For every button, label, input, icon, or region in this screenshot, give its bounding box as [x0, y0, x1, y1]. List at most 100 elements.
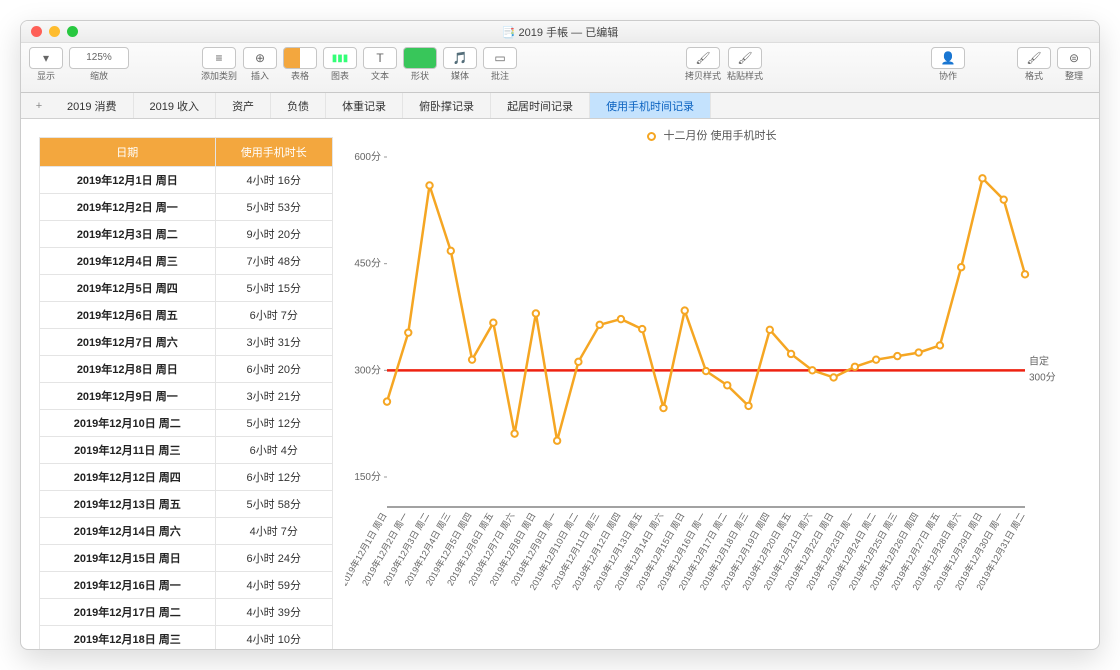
add-tab-button[interactable]: +: [27, 100, 51, 112]
collab-button[interactable]: 👤协作: [931, 47, 965, 82]
annotate-button[interactable]: ▭批注: [483, 47, 517, 82]
cell-date[interactable]: 2019年12月14日 周六: [40, 518, 216, 545]
table-row[interactable]: 2019年12月8日 周日 6小时 20分: [40, 356, 333, 383]
shape-button[interactable]: 形状: [403, 47, 437, 82]
cell-duration[interactable]: 5小时 12分: [215, 410, 332, 437]
cell-duration[interactable]: 6小时 20分: [215, 356, 332, 383]
close-icon[interactable]: [31, 26, 42, 37]
table-row[interactable]: 2019年12月12日 周四 6小时 12分: [40, 464, 333, 491]
table-row[interactable]: 2019年12月13日 周五 5小时 58分: [40, 491, 333, 518]
col-duration[interactable]: 使用手机时长: [215, 138, 332, 167]
cell-date[interactable]: 2019年12月5日 周四: [40, 275, 216, 302]
table-row[interactable]: 2019年12月6日 周五 6小时 7分: [40, 302, 333, 329]
cell-duration[interactable]: 5小时 58分: [215, 491, 332, 518]
cell-duration[interactable]: 4小时 39分: [215, 599, 332, 626]
cell-date[interactable]: 2019年12月10日 周二: [40, 410, 216, 437]
cell-date[interactable]: 2019年12月4日 周三: [40, 248, 216, 275]
svg-text:600分: 600分: [354, 151, 381, 163]
chart-legend: 十二月份 使用手机时长: [345, 127, 1079, 143]
toolbar: ▾显示 125%缩放 ≡添加类别 ⊕插入 表格 ▮▮▮图表 T文本 形状 🎵媒体…: [21, 43, 1099, 93]
format-button[interactable]: 🖌格式: [1017, 47, 1051, 82]
cell-date[interactable]: 2019年12月3日 周二: [40, 221, 216, 248]
data-table: 日期 使用手机时长 2019年12月1日 周日 4小时 16分2019年12月2…: [21, 119, 341, 649]
app-window: 📑 2019 手帳 — 已编辑 ▾显示 125%缩放 ≡添加类别 ⊕插入 表格 …: [20, 20, 1100, 650]
cell-duration[interactable]: 4小时 16分: [215, 167, 332, 194]
cell-date[interactable]: 2019年12月2日 周一: [40, 194, 216, 221]
cell-duration[interactable]: 3小时 21分: [215, 383, 332, 410]
tab-5[interactable]: 俯卧撑记录: [403, 93, 491, 118]
window-title: 📑 2019 手帳 — 已编辑: [502, 24, 618, 40]
cell-date[interactable]: 2019年12月11日 周三: [40, 437, 216, 464]
legend-marker-icon: [647, 132, 656, 141]
cell-duration[interactable]: 6小时 7分: [215, 302, 332, 329]
svg-text:自定: 自定: [1029, 354, 1049, 367]
insert-button[interactable]: ⊕插入: [243, 47, 277, 82]
titlebar: 📑 2019 手帳 — 已编辑: [21, 21, 1099, 43]
cell-date[interactable]: 2019年12月17日 周二: [40, 599, 216, 626]
table-row[interactable]: 2019年12月17日 周二 4小时 39分: [40, 599, 333, 626]
tab-3[interactable]: 负债: [271, 93, 326, 118]
table-button[interactable]: 表格: [283, 47, 317, 82]
paste-style-button[interactable]: 🖌粘贴样式: [727, 47, 763, 82]
fullscreen-icon[interactable]: [67, 26, 78, 37]
chart-svg: 150分300分450分600分自定300分2019年12月1日 周日2019年…: [345, 147, 1065, 617]
table-row[interactable]: 2019年12月15日 周日 6小时 24分: [40, 545, 333, 572]
cell-date[interactable]: 2019年12月18日 周三: [40, 626, 216, 650]
cell-duration[interactable]: 4小时 7分: [215, 518, 332, 545]
tidy-button[interactable]: ⊜整理: [1057, 47, 1091, 82]
cell-duration[interactable]: 5小时 53分: [215, 194, 332, 221]
cell-duration[interactable]: 6小时 4分: [215, 437, 332, 464]
table-row[interactable]: 2019年12月16日 周一 4小时 59分: [40, 572, 333, 599]
cell-date[interactable]: 2019年12月7日 周六: [40, 329, 216, 356]
table-row[interactable]: 2019年12月9日 周一 3小时 21分: [40, 383, 333, 410]
chart: 十二月份 使用手机时长 150分300分450分600分自定300分2019年1…: [341, 119, 1099, 649]
chart-button[interactable]: ▮▮▮图表: [323, 47, 357, 82]
table-row[interactable]: 2019年12月11日 周三 6小时 4分: [40, 437, 333, 464]
view-button[interactable]: ▾显示: [29, 47, 63, 82]
minimize-icon[interactable]: [49, 26, 60, 37]
cell-duration[interactable]: 9小时 20分: [215, 221, 332, 248]
table-row[interactable]: 2019年12月14日 周六 4小时 7分: [40, 518, 333, 545]
table-row[interactable]: 2019年12月18日 周三 4小时 10分: [40, 626, 333, 650]
cell-date[interactable]: 2019年12月12日 周四: [40, 464, 216, 491]
tab-1[interactable]: 2019 收入: [134, 93, 217, 118]
cell-duration[interactable]: 4小时 59分: [215, 572, 332, 599]
sheet-tabs: + 2019 消费2019 收入资产负债体重记录俯卧撑记录起居时间记录使用手机时…: [21, 93, 1099, 119]
table-row[interactable]: 2019年12月7日 周六 3小时 31分: [40, 329, 333, 356]
svg-text:300分: 300分: [1029, 371, 1056, 383]
table-row[interactable]: 2019年12月3日 周二 9小时 20分: [40, 221, 333, 248]
copy-style-button[interactable]: 🖌拷贝样式: [685, 47, 721, 82]
cell-date[interactable]: 2019年12月13日 周五: [40, 491, 216, 518]
tab-4[interactable]: 体重记录: [326, 93, 403, 118]
cell-date[interactable]: 2019年12月8日 周日: [40, 356, 216, 383]
table-row[interactable]: 2019年12月1日 周日 4小时 16分: [40, 167, 333, 194]
window-controls: [31, 26, 78, 37]
table-row[interactable]: 2019年12月4日 周三 7小时 48分: [40, 248, 333, 275]
svg-text:300分: 300分: [354, 364, 381, 376]
cell-duration[interactable]: 5小时 15分: [215, 275, 332, 302]
cell-duration[interactable]: 7小时 48分: [215, 248, 332, 275]
text-button[interactable]: T文本: [363, 47, 397, 82]
svg-text:150分: 150分: [354, 471, 381, 483]
zoom-select[interactable]: 125%缩放: [69, 47, 129, 82]
col-date[interactable]: 日期: [40, 138, 216, 167]
add-category-button[interactable]: ≡添加类别: [201, 47, 237, 82]
cell-date[interactable]: 2019年12月15日 周日: [40, 545, 216, 572]
content-area: 日期 使用手机时长 2019年12月1日 周日 4小时 16分2019年12月2…: [21, 119, 1099, 649]
cell-date[interactable]: 2019年12月16日 周一: [40, 572, 216, 599]
tab-6[interactable]: 起居时间记录: [491, 93, 590, 118]
cell-duration[interactable]: 6小时 24分: [215, 545, 332, 572]
cell-date[interactable]: 2019年12月1日 周日: [40, 167, 216, 194]
cell-duration[interactable]: 6小时 12分: [215, 464, 332, 491]
tab-7[interactable]: 使用手机时间记录: [590, 93, 711, 118]
cell-date[interactable]: 2019年12月6日 周五: [40, 302, 216, 329]
cell-duration[interactable]: 3小时 31分: [215, 329, 332, 356]
table-row[interactable]: 2019年12月2日 周一 5小时 53分: [40, 194, 333, 221]
media-button[interactable]: 🎵媒体: [443, 47, 477, 82]
cell-duration[interactable]: 4小时 10分: [215, 626, 332, 650]
cell-date[interactable]: 2019年12月9日 周一: [40, 383, 216, 410]
table-row[interactable]: 2019年12月10日 周二 5小时 12分: [40, 410, 333, 437]
tab-2[interactable]: 资产: [216, 93, 271, 118]
tab-0[interactable]: 2019 消费: [51, 93, 134, 118]
table-row[interactable]: 2019年12月5日 周四 5小时 15分: [40, 275, 333, 302]
